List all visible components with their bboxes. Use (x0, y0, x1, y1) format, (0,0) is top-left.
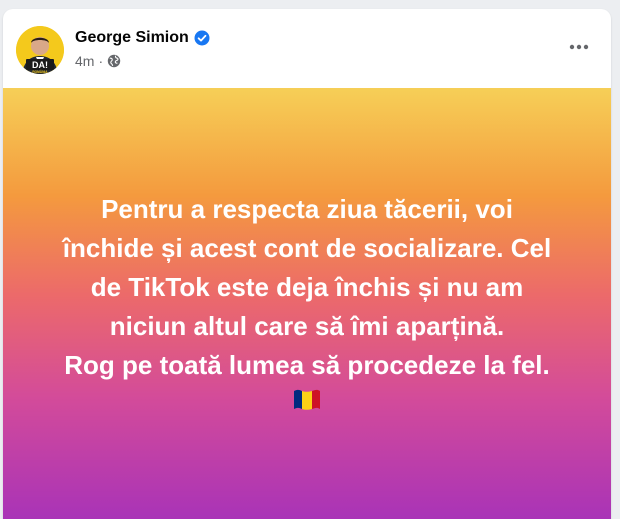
author-name[interactable]: George Simion (75, 29, 189, 47)
post-card: DA! ROMÂNIA George Simion 4m · Pentru a … (3, 9, 611, 519)
avatar[interactable]: DA! ROMÂNIA (16, 26, 64, 74)
globe-icon[interactable] (107, 54, 121, 68)
more-options-button[interactable] (561, 33, 597, 61)
post-background: Pentru a respecta ziua tăcerii, voi înch… (3, 88, 611, 519)
avatar-image: DA! ROMÂNIA (16, 26, 64, 74)
post-text: Pentru a respecta ziua tăcerii, voi înch… (3, 190, 611, 385)
post-text-line: de TikTok este deja închis și nu am (90, 272, 524, 302)
flag-romania-icon (292, 388, 322, 412)
post-text-line: Pentru a respecta ziua tăcerii, voi (101, 194, 513, 224)
more-options-icon (569, 44, 589, 50)
post-timestamp[interactable]: 4m (75, 53, 94, 69)
avatar-badge-subtext: ROMÂNIA (32, 69, 48, 74)
post-text-line: niciun altul care să îmi aparțină. (109, 311, 505, 341)
meta-separator: · (98, 53, 104, 69)
author-row: George Simion (75, 29, 210, 47)
verified-badge-icon (194, 30, 210, 46)
post-meta: 4m · (75, 53, 121, 69)
avatar-badge-text: DA! (32, 60, 48, 70)
post-text-line: Rog pe toată lumea să procedeze la fel. (64, 350, 550, 380)
post-text-line: închide și acest cont de socializare. Ce… (62, 233, 552, 263)
post-header: DA! ROMÂNIA George Simion 4m · (3, 9, 611, 88)
